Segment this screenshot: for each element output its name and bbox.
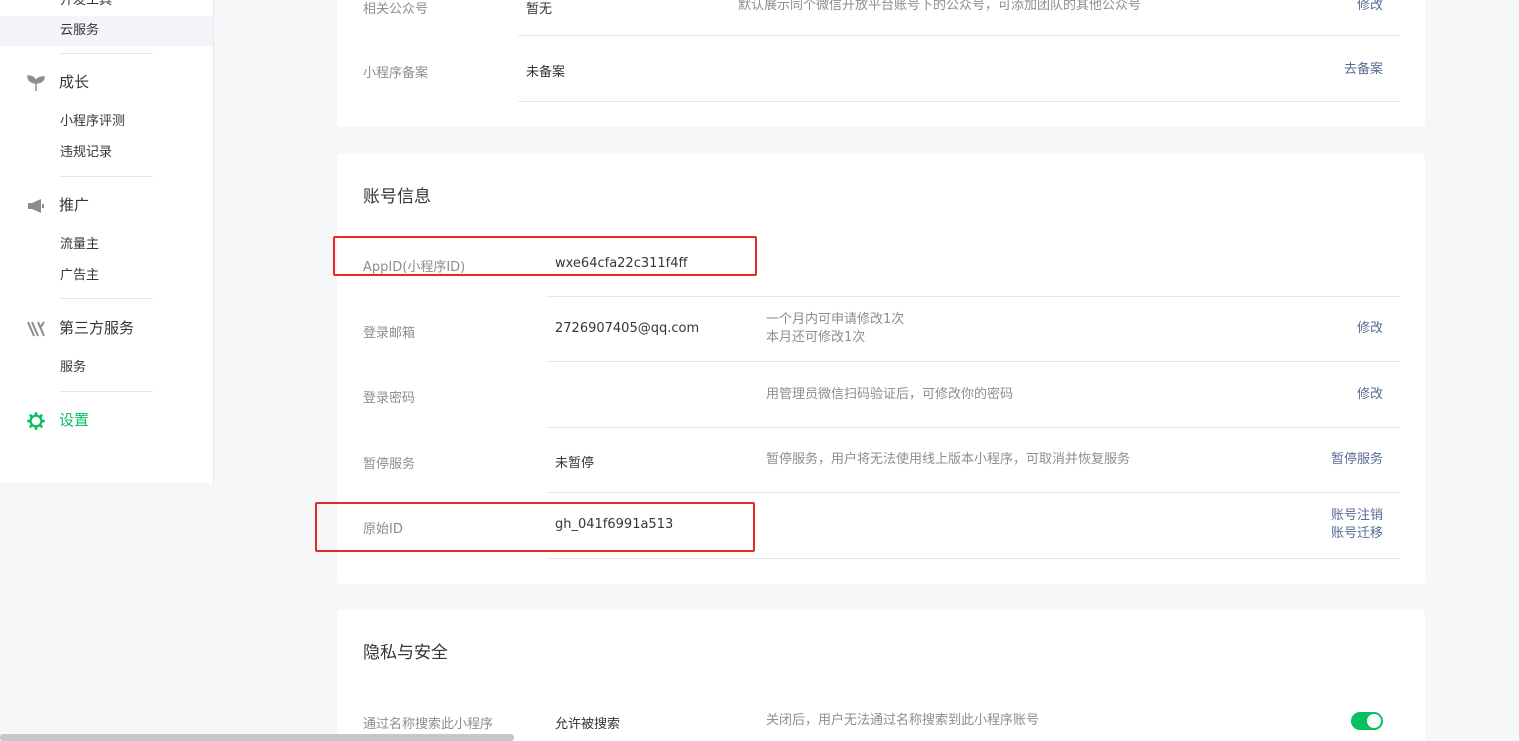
basic-info-card: 相关公众号 暂无 默认展示同个微信开放平台账号下的公众号，可添加团队的其他公众号… — [337, 0, 1425, 127]
email-desc-line1: 一个月内可申请修改1次 — [766, 312, 905, 327]
pause-service-link[interactable]: 暂停服务 — [1331, 451, 1383, 469]
sidebar-divider — [60, 176, 153, 177]
go-filing-link[interactable]: 去备案 — [1344, 61, 1383, 79]
sidebar-item-review[interactable]: 小程序评测 — [0, 107, 213, 137]
pause-value: 未暂停 — [555, 456, 595, 471]
sidebar-divider — [60, 298, 153, 299]
sidebar-section-promotion[interactable]: 推广 — [0, 190, 213, 220]
row-label: 通过名称搜索此小程序 — [363, 717, 494, 732]
row-label: 登录密码 — [363, 391, 416, 406]
sidebar-item-traffic-owner[interactable]: 流量主 — [0, 230, 213, 260]
row-label: 登录邮箱 — [363, 326, 416, 341]
page: 开发工具 云服务 成长 小程序评测 违规记录 推广 流量主 广告主 第三方服务 … — [0, 0, 1519, 741]
sidebar-section-growth[interactable]: 成长 — [0, 67, 213, 97]
row-label: 相关公众号 — [363, 2, 429, 17]
sidebar-divider — [60, 53, 153, 54]
sidebar-section-settings[interactable]: 设置 — [0, 405, 213, 435]
row-filing: 小程序备案 未备案 去备案 — [337, 36, 1425, 101]
row-email: 登录邮箱 2726907405@qq.com 一个月内可申请修改1次 本月还可修… — [337, 297, 1425, 362]
account-cancel-link[interactable]: 账号注销 — [1331, 507, 1383, 525]
horizontal-scrollbar[interactable] — [0, 734, 514, 741]
sidebar-item-dev-tools[interactable]: 开发工具 — [0, 0, 213, 16]
edit-password-link[interactable]: 修改 — [1357, 386, 1383, 404]
megaphone-icon — [27, 197, 45, 215]
row-desc: 默认展示同个微信开放平台账号下的公众号，可添加团队的其他公众号 — [738, 0, 1142, 13]
row-related-account: 相关公众号 暂无 默认展示同个微信开放平台账号下的公众号，可添加团队的其他公众号… — [337, 0, 1425, 35]
email-value: 2726907405@qq.com — [555, 321, 700, 336]
toggle-knob — [1367, 714, 1381, 728]
edit-email-link[interactable]: 修改 — [1357, 320, 1383, 338]
sidebar-item-violations[interactable]: 违规记录 — [0, 138, 213, 168]
row-divider — [518, 101, 1400, 102]
row-label: 暂停服务 — [363, 457, 416, 472]
search-toggle[interactable] — [1351, 712, 1383, 730]
search-desc: 关闭后，用户无法通过名称搜索到此小程序账号 — [766, 713, 1040, 728]
row-pause: 暂停服务 未暂停 暂停服务，用户将无法使用线上版本小程序，可取消并恢复服务 暂停… — [337, 428, 1425, 493]
card-title: 隐私与安全 — [363, 643, 448, 663]
row-label: 小程序备案 — [363, 66, 429, 81]
row-divider — [546, 558, 1400, 559]
sidebar-divider — [60, 391, 153, 392]
row-value: 暂无 — [526, 2, 553, 17]
password-desc: 用管理员微信扫码验证后，可修改你的密码 — [766, 387, 1014, 402]
sidebar-item-cloud-service[interactable]: 云服务 — [0, 16, 213, 46]
account-migrate-link[interactable]: 账号迁移 — [1331, 525, 1383, 543]
row-value: 未备案 — [526, 65, 566, 80]
card-title: 账号信息 — [363, 187, 431, 207]
appid-highlight-box — [333, 236, 757, 276]
sidebar-item-advertiser[interactable]: 广告主 — [0, 261, 213, 291]
gear-icon — [27, 412, 45, 430]
search-value: 允许被搜索 — [555, 717, 621, 732]
third-party-icon — [27, 320, 45, 338]
sidebar: 开发工具 云服务 成长 小程序评测 违规记录 推广 流量主 广告主 第三方服务 … — [0, 0, 214, 483]
original-id-highlight-box — [315, 502, 755, 552]
privacy-security-card: 隐私与安全 通过名称搜索此小程序 允许被搜索 关闭后，用户无法通过名称搜索到此小… — [337, 610, 1425, 741]
edit-related-account-link[interactable]: 修改 — [1357, 0, 1383, 15]
email-desc-line2: 本月还可修改1次 — [766, 330, 866, 345]
sprout-icon — [27, 74, 45, 92]
row-password: 登录密码 用管理员微信扫码验证后，可修改你的密码 修改 — [337, 362, 1425, 428]
pause-desc: 暂停服务，用户将无法使用线上版本小程序，可取消并恢复服务 — [766, 452, 1131, 467]
sidebar-item-service[interactable]: 服务 — [0, 353, 213, 383]
sidebar-section-third-party[interactable]: 第三方服务 — [0, 313, 213, 343]
